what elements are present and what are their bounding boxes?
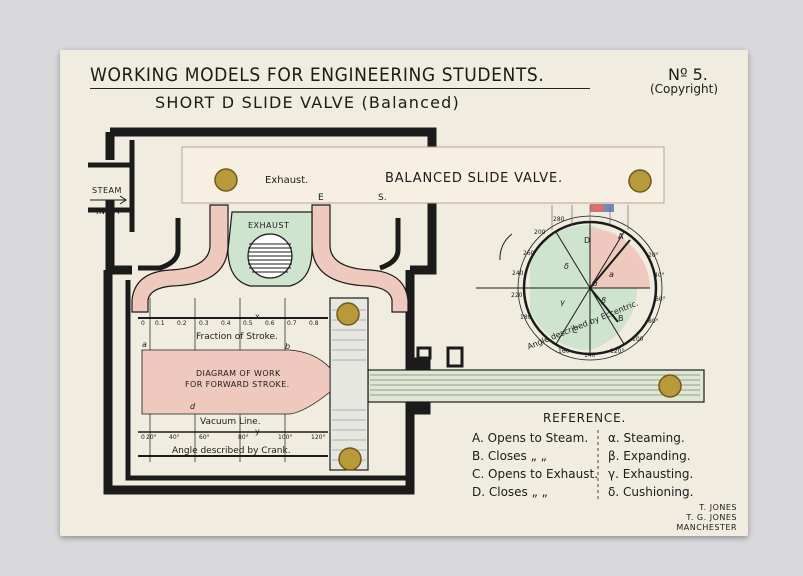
fraction-tick: 0.5 <box>243 320 253 327</box>
diagram-letter-y: y <box>255 427 260 436</box>
eccentric-letter-a: A <box>618 232 624 241</box>
crank-tick: 120° <box>311 434 326 441</box>
eccentric-letter-beta: β <box>601 296 607 305</box>
eccentric-tick: 240 <box>512 270 524 277</box>
reference-item-a: A. Opens to Steam. <box>472 431 589 445</box>
reference-item-delta: δ. Cushioning. <box>608 485 694 499</box>
eccentric-tick: 260 <box>523 250 535 257</box>
port-letter-s: S. <box>378 193 387 203</box>
fraction-tick: 0 <box>141 320 145 327</box>
diagram-letter-x: x <box>255 312 260 321</box>
eccentric-centre-o: O <box>592 280 598 288</box>
fraction-tick: 0.3 <box>199 320 209 327</box>
eccentric-marker-red <box>590 204 604 212</box>
eccentric-tick: 20° <box>648 252 659 259</box>
diagram-letter-b: b <box>285 342 291 351</box>
maker-line-3: MANCHESTER <box>676 523 737 532</box>
work-label-2: FOR FORWARD STROKE. <box>185 380 290 389</box>
diagram-letter-d: d <box>190 402 196 411</box>
reference-item-beta: β. Expanding. <box>608 449 691 463</box>
eccentric-letter-d: D <box>584 236 591 245</box>
slider-label: BALANCED SLIDE VALVE. <box>385 171 563 186</box>
eccentric-tick: 160 <box>558 348 570 355</box>
crank-tick: 20° <box>146 434 157 441</box>
eccentric-tick: 80° <box>648 318 659 325</box>
port-letter-e: E <box>318 193 324 203</box>
maker-line-1: T. JONES <box>699 503 737 512</box>
reference-item-gamma: γ. Exhausting. <box>608 467 694 481</box>
reference-item-b: B. Closes „ „ <box>472 449 547 463</box>
fraction-tick: 0.2 <box>177 320 187 327</box>
crank-tick: 80° <box>238 434 249 441</box>
crank-tick: 100° <box>278 434 293 441</box>
eccentric-tick: 40° <box>654 272 665 279</box>
eccentric-tick: 140° <box>584 352 599 359</box>
eccentric-tick: 60° <box>655 296 666 303</box>
crank-label: Angle described by Crank. <box>172 446 291 456</box>
reference-item-c: C. Opens to Exhaust. <box>472 467 599 481</box>
vacuum-label: Vacuum Line. <box>200 417 261 427</box>
reference-title: REFERENCE. <box>543 411 627 425</box>
reference-item-d: D. Closes „ „ <box>472 485 548 499</box>
eccentric-tick: 280 <box>553 216 565 223</box>
eccentric-marker-blue <box>604 204 614 212</box>
reference-item-alpha: α. Steaming. <box>608 431 685 445</box>
eccentric-tick: 220 <box>511 292 523 299</box>
steam-inlet-label-1: STEAM <box>92 186 122 195</box>
eccentric-tick: 200 <box>534 229 546 236</box>
work-label-1: DIAGRAM OF WORK <box>196 369 281 378</box>
copyright-label: (Copyright) <box>650 82 718 96</box>
page-subtitle: SHORT D SLIDE VALVE (Balanced) <box>155 93 460 112</box>
maker-line-2: T. G. JONES <box>686 513 737 522</box>
title-underline <box>90 88 590 89</box>
eccentric-letter-b: B <box>618 314 624 323</box>
fraction-tick: 0.7 <box>287 320 297 327</box>
crank-tick: 60° <box>199 434 210 441</box>
fraction-tick: 0.6 <box>265 320 275 327</box>
crank-tick: 0 <box>141 434 145 441</box>
fraction-tick: 0.8 <box>309 320 319 327</box>
eccentric-tick: 100 <box>632 336 644 343</box>
eccentric-tick: 180 <box>520 314 532 321</box>
page-title: WORKING MODELS FOR ENGINEERING STUDENTS. <box>90 64 545 86</box>
fraction-label: Fraction of Stroke. <box>196 332 278 342</box>
eccentric-letter-alpha: a <box>609 270 614 279</box>
eccentric-tick: 120° <box>610 348 625 355</box>
crank-tick: 40° <box>169 434 180 441</box>
exhaust-port-label: EXHAUST <box>248 221 290 230</box>
steam-inlet-label-2: INLET <box>96 207 122 216</box>
fraction-tick: 0.4 <box>221 320 231 327</box>
fraction-tick: 0.1 <box>155 320 165 327</box>
exhaust-valve-label: Exhaust. <box>265 175 309 186</box>
eccentric-letter-gamma: γ <box>560 298 565 307</box>
diagram-letter-a: a <box>142 340 147 349</box>
eccentric-letter-delta: δ <box>564 262 569 271</box>
